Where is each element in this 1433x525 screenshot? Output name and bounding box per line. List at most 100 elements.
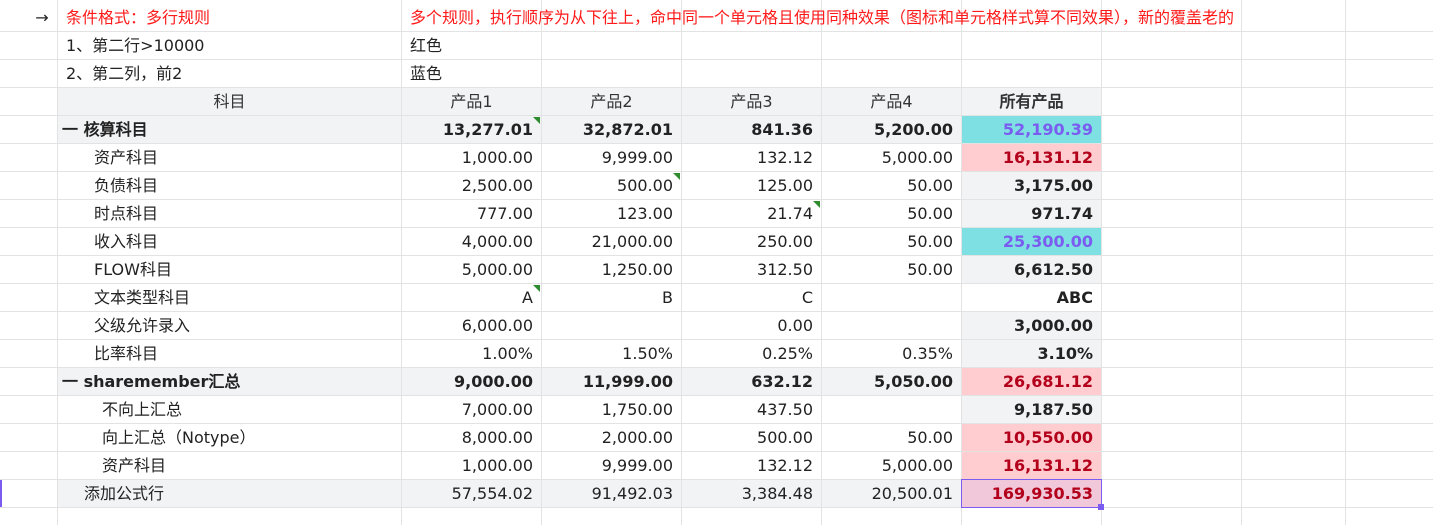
cell-p3[interactable]: 132.12 <box>682 144 821 171</box>
row-label[interactable]: 资产科目 <box>58 144 401 171</box>
cell-p3[interactable]: 841.36 <box>682 116 821 143</box>
cell-p2[interactable]: 2,000.00 <box>542 424 681 451</box>
row-label[interactable]: 资产科目 <box>58 452 401 479</box>
row-label[interactable]: FLOW科目 <box>58 256 401 283</box>
comment-marker-icon <box>813 201 820 208</box>
cell-all[interactable]: 3,000.00 <box>962 312 1101 339</box>
cell-p1[interactable]: 2,500.00 <box>402 172 541 199</box>
row-label[interactable]: 父级允许录入 <box>58 312 401 339</box>
note-description[interactable]: 多个规则，执行顺序为从下往上，命中同一个单元格且使用同种效果（图标和单元格样式算… <box>402 4 1402 31</box>
cell-p3[interactable]: 21.74 <box>682 200 821 227</box>
fill-handle[interactable] <box>1098 504 1104 510</box>
row-label[interactable]: 时点科目 <box>58 200 401 227</box>
cell-p1[interactable]: 1,000.00 <box>402 452 541 479</box>
cell-all-selected[interactable]: 169,930.53 <box>961 479 1102 508</box>
comment-marker-icon <box>533 285 540 292</box>
cell-p2[interactable] <box>542 312 681 339</box>
cell-all[interactable]: ABC <box>962 284 1101 311</box>
row-label[interactable]: 文本类型科目 <box>58 284 401 311</box>
cell-p2[interactable]: 91,492.03 <box>542 480 681 507</box>
cell-all[interactable]: 10,550.00 <box>962 424 1101 451</box>
cell-p1[interactable]: A <box>402 284 541 311</box>
cell-all[interactable]: 6,612.50 <box>962 256 1101 283</box>
cell-p4[interactable] <box>822 396 961 423</box>
cell-p3[interactable]: 0.00 <box>682 312 821 339</box>
cell-p1[interactable]: 777.00 <box>402 200 541 227</box>
rule1-text[interactable]: 1、第二行>10000 <box>58 32 401 59</box>
cell-p3[interactable]: 125.00 <box>682 172 821 199</box>
cell-p3[interactable]: 3,384.48 <box>682 480 821 507</box>
cell-all[interactable]: 3,175.00 <box>962 172 1101 199</box>
cell-p2[interactable]: 9,999.00 <box>542 452 681 479</box>
row-label[interactable]: 比率科目 <box>58 340 401 367</box>
cell-p1[interactable]: 5,000.00 <box>402 256 541 283</box>
cell-p2[interactable]: 11,999.00 <box>542 368 681 395</box>
cell-p3[interactable]: 632.12 <box>682 368 821 395</box>
cell-p4[interactable]: 50.00 <box>822 172 961 199</box>
cell-p2[interactable]: 123.00 <box>542 200 681 227</box>
rule2-effect[interactable]: 蓝色 <box>402 60 541 87</box>
cell-all[interactable]: 971.74 <box>962 200 1101 227</box>
row-label[interactable]: 收入科目 <box>58 228 401 255</box>
row-label[interactable]: 一 sharemember汇总 <box>58 368 401 395</box>
cell-p1[interactable]: 57,554.02 <box>402 480 541 507</box>
cell-p3[interactable]: 312.50 <box>682 256 821 283</box>
cell-p1[interactable]: 9,000.00 <box>402 368 541 395</box>
cell-p1[interactable]: 1,000.00 <box>402 144 541 171</box>
note-title[interactable]: 条件格式：多行规则 <box>58 4 401 31</box>
cell-p4[interactable]: 20,500.01 <box>822 480 961 507</box>
cell-p4[interactable] <box>822 284 961 311</box>
cell-p2[interactable]: 1,250.00 <box>542 256 681 283</box>
cell-p3[interactable]: 250.00 <box>682 228 821 255</box>
cell-p2[interactable]: 1,750.00 <box>542 396 681 423</box>
row-selection-marker <box>0 480 2 507</box>
cell-p2[interactable]: 21,000.00 <box>542 228 681 255</box>
cell-p3[interactable]: 437.50 <box>682 396 821 423</box>
cell-all[interactable]: 16,131.12 <box>962 452 1101 479</box>
row-label[interactable]: 向上汇总（Notype） <box>58 424 401 451</box>
cell-p2[interactable]: B <box>542 284 681 311</box>
cell-p4[interactable]: 50.00 <box>822 228 961 255</box>
cell-p3[interactable]: 500.00 <box>682 424 821 451</box>
header-product1[interactable]: 产品1 <box>402 88 541 115</box>
cell-p4[interactable]: 50.00 <box>822 200 961 227</box>
header-product4[interactable]: 产品4 <box>822 88 961 115</box>
cell-p3[interactable]: C <box>682 284 821 311</box>
cell-p4[interactable]: 50.00 <box>822 256 961 283</box>
cell-p4[interactable] <box>822 312 961 339</box>
rule2-text[interactable]: 2、第二列，前2 <box>58 60 401 87</box>
cell-p1[interactable]: 1.00% <box>402 340 541 367</box>
cell-p4[interactable]: 0.35% <box>822 340 961 367</box>
header-subject[interactable]: 科目 <box>58 88 401 115</box>
cell-p4[interactable]: 5,200.00 <box>822 116 961 143</box>
cell-all[interactable]: 3.10% <box>962 340 1101 367</box>
cell-all[interactable]: 9,187.50 <box>962 396 1101 423</box>
cell-p1[interactable]: 7,000.00 <box>402 396 541 423</box>
cell-p3[interactable]: 0.25% <box>682 340 821 367</box>
cell-p2[interactable]: 1.50% <box>542 340 681 367</box>
header-all-products[interactable]: 所有产品 <box>962 88 1101 115</box>
cell-p4[interactable]: 5,000.00 <box>822 144 961 171</box>
header-product3[interactable]: 产品3 <box>682 88 821 115</box>
row-label[interactable]: 不向上汇总 <box>58 396 401 423</box>
cell-p1[interactable]: 6,000.00 <box>402 312 541 339</box>
cell-p1[interactable]: 13,277.01 <box>402 116 541 143</box>
cell-p1[interactable]: 4,000.00 <box>402 228 541 255</box>
row-label[interactable]: 添加公式行 <box>58 480 401 507</box>
cell-p4[interactable]: 5,000.00 <box>822 452 961 479</box>
header-product2[interactable]: 产品2 <box>542 88 681 115</box>
cell-p2[interactable]: 9,999.00 <box>542 144 681 171</box>
cell-all[interactable]: 26,681.12 <box>962 368 1101 395</box>
cell-p2[interactable]: 500.00 <box>542 172 681 199</box>
cell-all[interactable]: 16,131.12 <box>962 144 1101 171</box>
cell-p1[interactable]: 8,000.00 <box>402 424 541 451</box>
cell-p2[interactable]: 32,872.01 <box>542 116 681 143</box>
row-label[interactable]: 负债科目 <box>58 172 401 199</box>
cell-p4[interactable]: 50.00 <box>822 424 961 451</box>
row-label[interactable]: 一 核算科目 <box>58 116 401 143</box>
cell-all[interactable]: 25,300.00 <box>962 228 1101 255</box>
cell-p3[interactable]: 132.12 <box>682 452 821 479</box>
rule1-effect[interactable]: 红色 <box>402 32 541 59</box>
cell-p4[interactable]: 5,050.00 <box>822 368 961 395</box>
cell-all[interactable]: 52,190.39 <box>962 116 1101 143</box>
